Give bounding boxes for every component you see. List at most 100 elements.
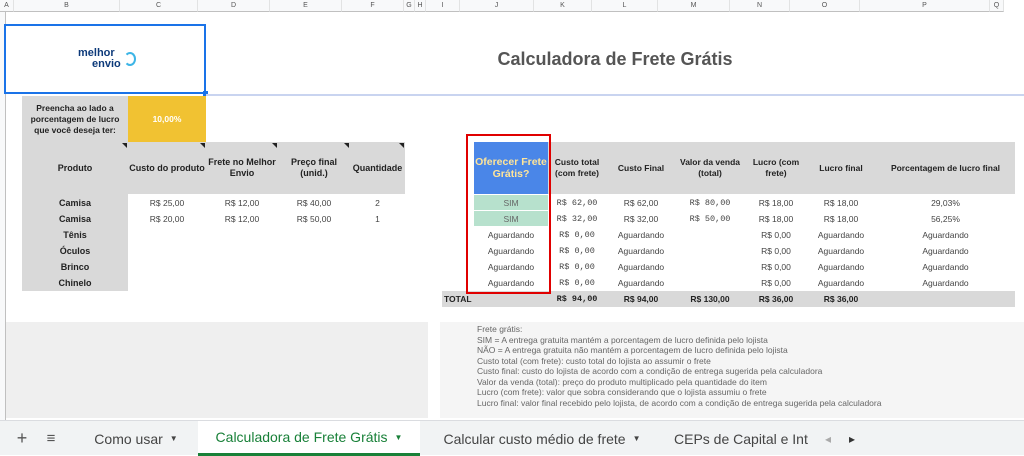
right-table-cell[interactable]: R$ 0,00 [548, 259, 606, 275]
right-table-cell[interactable]: R$ 0,00 [746, 243, 806, 259]
right-table-cell[interactable]: R$ 18,00 [746, 211, 806, 227]
product-name-cell[interactable]: Óculos [22, 243, 128, 259]
header-lucro-com-frete: Lucro (com frete) [752, 157, 800, 178]
column-header-n[interactable]: N [730, 0, 790, 12]
right-table-cell[interactable]: 56,25% [876, 211, 1015, 227]
right-table-cell[interactable]: Aguardando [608, 243, 674, 259]
right-table-cell[interactable]: R$ 0,00 [746, 275, 806, 291]
column-header-l[interactable]: L [592, 0, 658, 12]
tab-label: CEPs de Capital e Int [674, 430, 808, 447]
scroll-tabs-right-icon[interactable]: ▸ [842, 421, 862, 456]
left-table-cell[interactable] [206, 243, 278, 259]
left-table-cell[interactable] [128, 259, 206, 275]
left-table-cell[interactable] [206, 275, 278, 291]
right-table-cell[interactable]: R$ 0,00 [548, 227, 606, 243]
chevron-down-icon: ▼ [169, 434, 178, 443]
left-table-cell[interactable] [206, 259, 278, 275]
left-table-cell[interactable] [278, 259, 350, 275]
add-sheet-icon[interactable]: + [12, 421, 32, 456]
right-table-cell[interactable]: Aguardando [806, 275, 876, 291]
left-table-cell[interactable]: R$ 40,00 [278, 195, 350, 211]
left-table-cell[interactable] [350, 227, 405, 243]
left-table-cell[interactable]: 2 [350, 195, 405, 211]
column-header-c[interactable]: C [120, 0, 198, 12]
right-table-cell[interactable]: Aguardando [608, 259, 674, 275]
tab-calcular-custo-medio[interactable]: Calcular custo médio de frete ▼ [424, 421, 660, 456]
right-table-cell[interactable]: 29,03% [876, 195, 1015, 211]
left-table-cell[interactable]: R$ 25,00 [128, 195, 206, 211]
profit-percentage-input[interactable]: 10,00% [128, 96, 206, 142]
right-table-cell[interactable]: Aguardando [608, 275, 674, 291]
right-table-cell[interactable] [674, 243, 746, 259]
column-header-j[interactable]: J [460, 0, 534, 12]
right-table-cell[interactable]: R$ 18,00 [746, 195, 806, 211]
product-name-cell[interactable]: Chinelo [22, 275, 128, 291]
product-name-cell[interactable]: Brinco [22, 259, 128, 275]
left-table-cell[interactable] [278, 227, 350, 243]
column-header-o[interactable]: O [790, 0, 860, 12]
right-table-cell[interactable]: Aguardando [806, 227, 876, 243]
column-header-k[interactable]: K [534, 0, 592, 12]
column-header-a[interactable]: A [0, 0, 14, 12]
right-table-cell[interactable]: R$ 0,00 [746, 227, 806, 243]
product-name-cell[interactable]: Camisa [22, 195, 128, 211]
column-header-d[interactable]: D [198, 0, 270, 12]
all-sheets-menu-icon[interactable]: ≡ [40, 421, 62, 456]
header-custo-total: Custo total (com frete) [554, 157, 600, 178]
right-table-cell[interactable]: Aguardando [608, 227, 674, 243]
product-name-cell[interactable]: Camisa [22, 211, 128, 227]
product-name-cell[interactable]: Tênis [22, 227, 128, 243]
right-table-cell[interactable]: R$ 0,00 [548, 243, 606, 259]
right-table-cell[interactable]: Aguardando [806, 259, 876, 275]
right-table-cell[interactable]: R$ 50,00 [674, 211, 746, 227]
tab-como-usar[interactable]: Como usar ▼ [78, 421, 194, 456]
left-table-cell[interactable] [278, 243, 350, 259]
column-header-i[interactable]: I [426, 0, 460, 12]
total-custo-final: R$ 94,00 [623, 294, 659, 304]
right-table-cell[interactable]: Aguardando [876, 275, 1015, 291]
column-header-e[interactable]: E [270, 0, 342, 12]
column-header-q[interactable]: Q [990, 0, 1004, 12]
right-table-cell[interactable]: Aguardando [876, 243, 1015, 259]
column-header-b[interactable]: B [14, 0, 120, 12]
column-header-g[interactable]: G [404, 0, 415, 12]
left-table-cell[interactable] [206, 227, 278, 243]
left-table-cell[interactable] [128, 227, 206, 243]
right-table-cell[interactable]: Aguardando [806, 243, 876, 259]
left-table-cell[interactable] [128, 243, 206, 259]
right-table-cell[interactable] [674, 275, 746, 291]
column-header-m[interactable]: M [658, 0, 730, 12]
left-table-cell[interactable]: R$ 50,00 [278, 211, 350, 227]
column-header-p[interactable]: P [860, 0, 990, 12]
right-table-cell[interactable]: R$ 62,00 [608, 195, 674, 211]
right-table-cell[interactable]: Aguardando [876, 259, 1015, 275]
dropdown-marker-icon [344, 143, 349, 148]
right-table-cell[interactable]: Aguardando [876, 227, 1015, 243]
left-table-cell[interactable] [278, 275, 350, 291]
left-table-cell[interactable]: R$ 20,00 [128, 211, 206, 227]
legend-line: Custo final: custo do lojista de acordo … [477, 366, 823, 376]
scroll-tabs-left-icon[interactable]: ◂ [818, 421, 838, 456]
left-table-cell[interactable] [350, 243, 405, 259]
right-table-cell[interactable]: R$ 32,00 [548, 211, 606, 227]
tab-calculadora-frete-gratis[interactable]: Calculadora de Frete Grátis ▼ [198, 421, 420, 456]
left-table-cell[interactable]: R$ 12,00 [206, 195, 278, 211]
logo-cell[interactable]: melhor envio [4, 24, 208, 96]
tab-ceps-capital[interactable]: CEPs de Capital e Int [664, 421, 808, 456]
left-table-cell[interactable]: 1 [350, 211, 405, 227]
left-table-cell[interactable] [350, 259, 405, 275]
right-table-cell[interactable]: R$ 18,00 [806, 211, 876, 227]
right-table-cell[interactable]: R$ 62,00 [548, 195, 606, 211]
right-table-cell[interactable] [674, 259, 746, 275]
right-table-cell[interactable]: R$ 32,00 [608, 211, 674, 227]
right-table-cell[interactable]: R$ 0,00 [746, 259, 806, 275]
right-table-cell[interactable]: R$ 18,00 [806, 195, 876, 211]
left-table-cell[interactable] [128, 275, 206, 291]
column-header-f[interactable]: F [342, 0, 404, 12]
column-header-h[interactable]: H [415, 0, 426, 12]
left-table-cell[interactable]: R$ 12,00 [206, 211, 278, 227]
right-table-cell[interactable]: R$ 0,00 [548, 275, 606, 291]
right-table-cell[interactable] [674, 227, 746, 243]
left-table-cell[interactable] [350, 275, 405, 291]
right-table-cell[interactable]: R$ 80,00 [674, 195, 746, 211]
